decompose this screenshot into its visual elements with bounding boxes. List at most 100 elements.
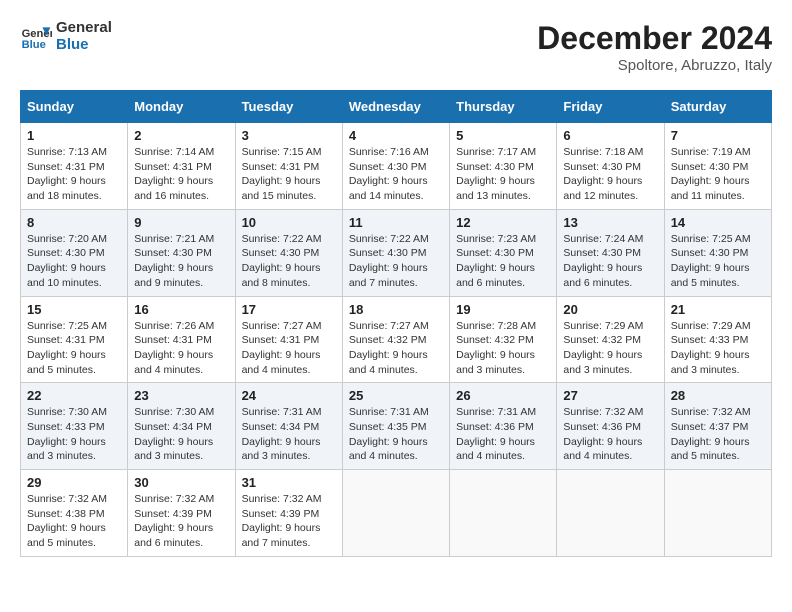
table-row: 25 Sunrise: 7:31 AM Sunset: 4:35 PM Dayl… — [342, 383, 449, 470]
calendar-header-row: Sunday Monday Tuesday Wednesday Thursday… — [21, 91, 772, 123]
day-number: 5 — [456, 128, 550, 143]
sunrise-label: Sunrise: 7:25 AM — [27, 320, 107, 332]
table-row: 3 Sunrise: 7:15 AM Sunset: 4:31 PM Dayli… — [235, 123, 342, 210]
sunset-label: Sunset: 4:30 PM — [349, 247, 427, 259]
logo: General Blue General Blue — [20, 20, 112, 53]
day-info: Sunrise: 7:16 AM Sunset: 4:30 PM Dayligh… — [349, 145, 443, 204]
table-row: 16 Sunrise: 7:26 AM Sunset: 4:31 PM Dayl… — [128, 296, 235, 383]
sunrise-label: Sunrise: 7:15 AM — [242, 146, 322, 158]
day-number: 26 — [456, 388, 550, 403]
day-number: 22 — [27, 388, 121, 403]
sunset-label: Sunset: 4:31 PM — [134, 334, 212, 346]
daylight-label: Daylight: 9 hours and 5 minutes. — [27, 522, 106, 549]
sunrise-label: Sunrise: 7:16 AM — [349, 146, 429, 158]
day-info: Sunrise: 7:26 AM Sunset: 4:31 PM Dayligh… — [134, 319, 228, 378]
logo-general: General — [56, 19, 112, 36]
day-info: Sunrise: 7:31 AM Sunset: 4:36 PM Dayligh… — [456, 405, 550, 464]
day-info: Sunrise: 7:32 AM Sunset: 4:37 PM Dayligh… — [671, 405, 765, 464]
table-row: 4 Sunrise: 7:16 AM Sunset: 4:30 PM Dayli… — [342, 123, 449, 210]
daylight-label: Daylight: 9 hours and 7 minutes. — [242, 522, 321, 549]
table-row — [664, 470, 771, 557]
daylight-label: Daylight: 9 hours and 3 minutes. — [27, 436, 106, 463]
sunset-label: Sunset: 4:31 PM — [134, 161, 212, 173]
day-number: 12 — [456, 215, 550, 230]
sunrise-label: Sunrise: 7:25 AM — [671, 233, 751, 245]
month-year: December 2024 — [537, 20, 772, 57]
table-row — [342, 470, 449, 557]
sunrise-label: Sunrise: 7:32 AM — [27, 493, 107, 505]
daylight-label: Daylight: 9 hours and 3 minutes. — [242, 436, 321, 463]
table-row: 17 Sunrise: 7:27 AM Sunset: 4:31 PM Dayl… — [235, 296, 342, 383]
sunrise-label: Sunrise: 7:20 AM — [27, 233, 107, 245]
sunrise-label: Sunrise: 7:19 AM — [671, 146, 751, 158]
calendar-week-4: 22 Sunrise: 7:30 AM Sunset: 4:33 PM Dayl… — [21, 383, 772, 470]
table-row: 2 Sunrise: 7:14 AM Sunset: 4:31 PM Dayli… — [128, 123, 235, 210]
page-header: General Blue General Blue December 2024 … — [20, 20, 772, 74]
table-row — [450, 470, 557, 557]
day-info: Sunrise: 7:29 AM Sunset: 4:32 PM Dayligh… — [563, 319, 657, 378]
day-info: Sunrise: 7:30 AM Sunset: 4:34 PM Dayligh… — [134, 405, 228, 464]
daylight-label: Daylight: 9 hours and 4 minutes. — [134, 349, 213, 376]
day-number: 2 — [134, 128, 228, 143]
daylight-label: Daylight: 9 hours and 4 minutes. — [349, 436, 428, 463]
day-number: 8 — [27, 215, 121, 230]
daylight-label: Daylight: 9 hours and 6 minutes. — [134, 522, 213, 549]
day-number: 27 — [563, 388, 657, 403]
sunrise-label: Sunrise: 7:22 AM — [349, 233, 429, 245]
daylight-label: Daylight: 9 hours and 9 minutes. — [134, 262, 213, 289]
sunset-label: Sunset: 4:30 PM — [134, 247, 212, 259]
sunrise-label: Sunrise: 7:22 AM — [242, 233, 322, 245]
daylight-label: Daylight: 9 hours and 4 minutes. — [563, 436, 642, 463]
daylight-label: Daylight: 9 hours and 13 minutes. — [456, 175, 535, 202]
daylight-label: Daylight: 9 hours and 4 minutes. — [242, 349, 321, 376]
day-number: 29 — [27, 475, 121, 490]
daylight-label: Daylight: 9 hours and 3 minutes. — [563, 349, 642, 376]
day-number: 31 — [242, 475, 336, 490]
day-info: Sunrise: 7:32 AM Sunset: 4:39 PM Dayligh… — [242, 492, 336, 551]
sunrise-label: Sunrise: 7:27 AM — [349, 320, 429, 332]
day-number: 15 — [27, 302, 121, 317]
sunset-label: Sunset: 4:30 PM — [671, 161, 749, 173]
day-number: 10 — [242, 215, 336, 230]
day-info: Sunrise: 7:13 AM Sunset: 4:31 PM Dayligh… — [27, 145, 121, 204]
sunrise-label: Sunrise: 7:23 AM — [456, 233, 536, 245]
sunset-label: Sunset: 4:30 PM — [349, 161, 427, 173]
day-info: Sunrise: 7:21 AM Sunset: 4:30 PM Dayligh… — [134, 232, 228, 291]
day-info: Sunrise: 7:27 AM Sunset: 4:31 PM Dayligh… — [242, 319, 336, 378]
day-info: Sunrise: 7:32 AM Sunset: 4:39 PM Dayligh… — [134, 492, 228, 551]
daylight-label: Daylight: 9 hours and 4 minutes. — [349, 349, 428, 376]
table-row: 26 Sunrise: 7:31 AM Sunset: 4:36 PM Dayl… — [450, 383, 557, 470]
daylight-label: Daylight: 9 hours and 6 minutes. — [456, 262, 535, 289]
sunrise-label: Sunrise: 7:27 AM — [242, 320, 322, 332]
daylight-label: Daylight: 9 hours and 11 minutes. — [671, 175, 750, 202]
daylight-label: Daylight: 9 hours and 14 minutes. — [349, 175, 428, 202]
table-row: 8 Sunrise: 7:20 AM Sunset: 4:30 PM Dayli… — [21, 209, 128, 296]
logo-blue: Blue — [56, 36, 89, 53]
sunset-label: Sunset: 4:30 PM — [563, 161, 641, 173]
day-number: 18 — [349, 302, 443, 317]
day-info: Sunrise: 7:24 AM Sunset: 4:30 PM Dayligh… — [563, 232, 657, 291]
day-info: Sunrise: 7:22 AM Sunset: 4:30 PM Dayligh… — [242, 232, 336, 291]
day-number: 1 — [27, 128, 121, 143]
sunset-label: Sunset: 4:37 PM — [671, 421, 749, 433]
day-number: 6 — [563, 128, 657, 143]
logo-icon: General Blue — [20, 21, 52, 53]
sunset-label: Sunset: 4:32 PM — [349, 334, 427, 346]
sunset-label: Sunset: 4:30 PM — [27, 247, 105, 259]
sunrise-label: Sunrise: 7:24 AM — [563, 233, 643, 245]
sunset-label: Sunset: 4:31 PM — [242, 161, 320, 173]
sunset-label: Sunset: 4:31 PM — [27, 161, 105, 173]
day-info: Sunrise: 7:14 AM Sunset: 4:31 PM Dayligh… — [134, 145, 228, 204]
sunset-label: Sunset: 4:39 PM — [134, 508, 212, 520]
day-number: 24 — [242, 388, 336, 403]
sunrise-label: Sunrise: 7:32 AM — [563, 406, 643, 418]
col-wednesday: Wednesday — [342, 91, 449, 123]
table-row: 11 Sunrise: 7:22 AM Sunset: 4:30 PM Dayl… — [342, 209, 449, 296]
daylight-label: Daylight: 9 hours and 3 minutes. — [134, 436, 213, 463]
calendar-week-2: 8 Sunrise: 7:20 AM Sunset: 4:30 PM Dayli… — [21, 209, 772, 296]
sunrise-label: Sunrise: 7:32 AM — [671, 406, 751, 418]
day-info: Sunrise: 7:28 AM Sunset: 4:32 PM Dayligh… — [456, 319, 550, 378]
day-number: 17 — [242, 302, 336, 317]
col-thursday: Thursday — [450, 91, 557, 123]
day-info: Sunrise: 7:20 AM Sunset: 4:30 PM Dayligh… — [27, 232, 121, 291]
